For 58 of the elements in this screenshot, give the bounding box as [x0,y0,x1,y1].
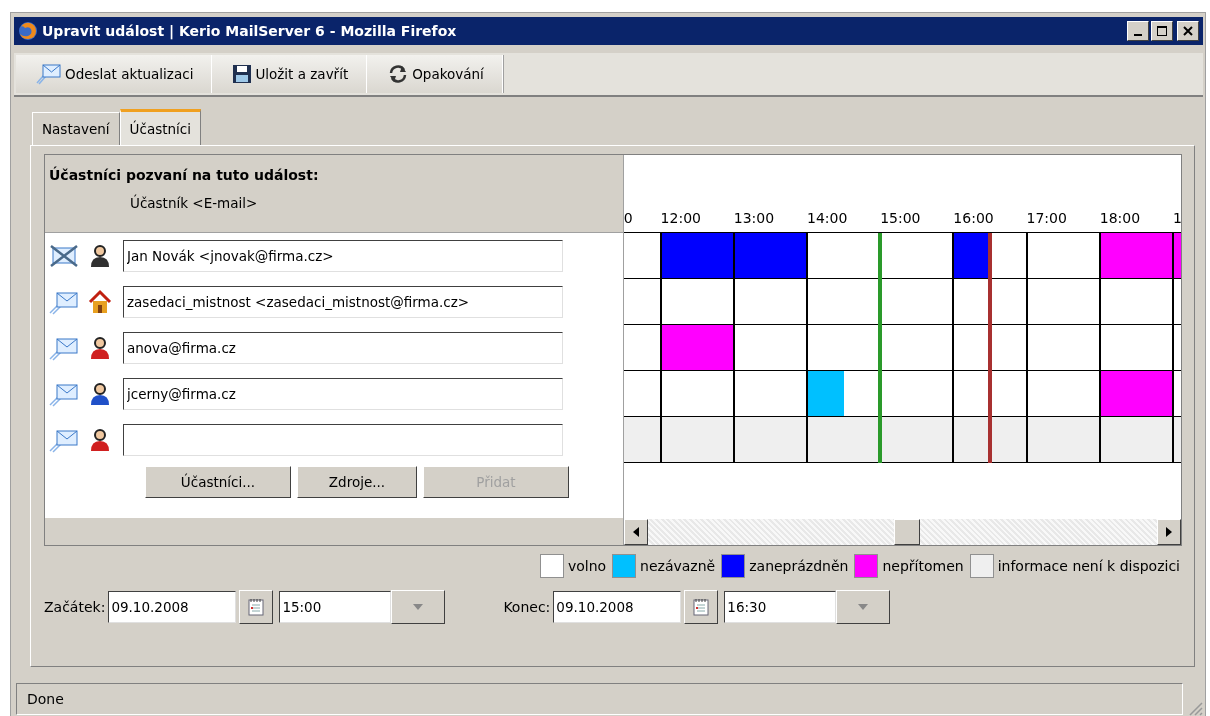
status-bar: Done [16,683,1183,715]
dropdown-arrow-icon [413,604,424,610]
attendee-input[interactable] [123,424,563,456]
hour-label: 0 [624,210,634,226]
right-arrow-icon [1166,527,1172,537]
legend-label: informace není k dispozici [997,558,1180,574]
legend-label: zaneprázdněn [749,558,849,574]
attendee-input[interactable]: anova@firma.cz [123,332,563,364]
hour-label: 15:00 [880,210,922,226]
toolbar-button[interactable]: Uložit a zavřít [212,55,368,93]
dropdown-button[interactable] [836,590,891,624]
column-header: Účastník <E-mail> [130,195,259,211]
envelope-icon [36,63,62,85]
scroll-thumb[interactable] [894,519,920,545]
calendar-icon [693,598,710,616]
tab[interactable]: Nastavení [32,112,120,145]
close-button[interactable] [1177,21,1199,41]
attendees-heading: Účastníci pozvaní na tuto událost: [49,167,320,183]
dialog-button[interactable]: Účastníci... [145,466,291,498]
hour-label: 14:00 [806,210,849,226]
time-label: Konec: [503,599,551,615]
date-input[interactable]: 09.10.2008 [108,591,237,623]
hour-label: 13:00 [733,210,776,226]
tab[interactable]: Účastníci [119,109,201,145]
time-label: Začátek: [44,599,106,615]
dialog-button[interactable]: Zdroje... [297,466,417,498]
hour-label: 17:00 [1026,210,1068,226]
legend-label: nepřítomen [882,558,964,574]
toolbar-button[interactable]: Opakování [367,55,503,93]
scroll-left-button[interactable] [624,519,648,545]
minimize-icon [1134,34,1142,36]
hour-label: 12:00 [660,210,702,226]
dropdown-arrow-icon [858,604,869,610]
left-arrow-icon [633,527,639,537]
time-input[interactable]: 15:00 [279,591,392,623]
attendee-input[interactable]: zasedaci_mistnost <zasedaci_mistnost@firma.cz> [123,286,563,318]
hour-label: 16:00 [953,210,995,226]
minimize-button[interactable] [1127,21,1149,41]
dropdown-button[interactable] [391,590,446,624]
hour-label: 1 [1172,210,1181,226]
horizontal-scrollbar[interactable] [624,519,1181,545]
hour-label: 18:00 [1099,210,1142,226]
maximize-icon [1157,26,1167,36]
close-icon [1183,26,1193,36]
scroll-right-button[interactable] [1157,519,1181,545]
calendar-button[interactable] [239,590,274,624]
window-title: Upravit událost | Kerio MailServer 6 - Mozilla Firefox [42,23,458,39]
legend-label: volno [567,558,607,574]
legend-label: nezávazně [640,558,716,574]
calendar-button[interactable] [684,590,719,624]
attendee-input[interactable]: Jan Novák <jnovak@firma.cz> [123,240,563,272]
maximize-button[interactable] [1151,21,1173,41]
date-input[interactable]: 09.10.2008 [553,591,682,623]
firefox-logo-icon [18,21,38,41]
time-input[interactable]: 16:30 [724,591,837,623]
toolbar-button[interactable]: Odeslat aktualizaci [16,55,213,93]
calendar-icon [248,598,265,616]
attendee-input[interactable]: jcerny@firma.cz [123,378,563,410]
